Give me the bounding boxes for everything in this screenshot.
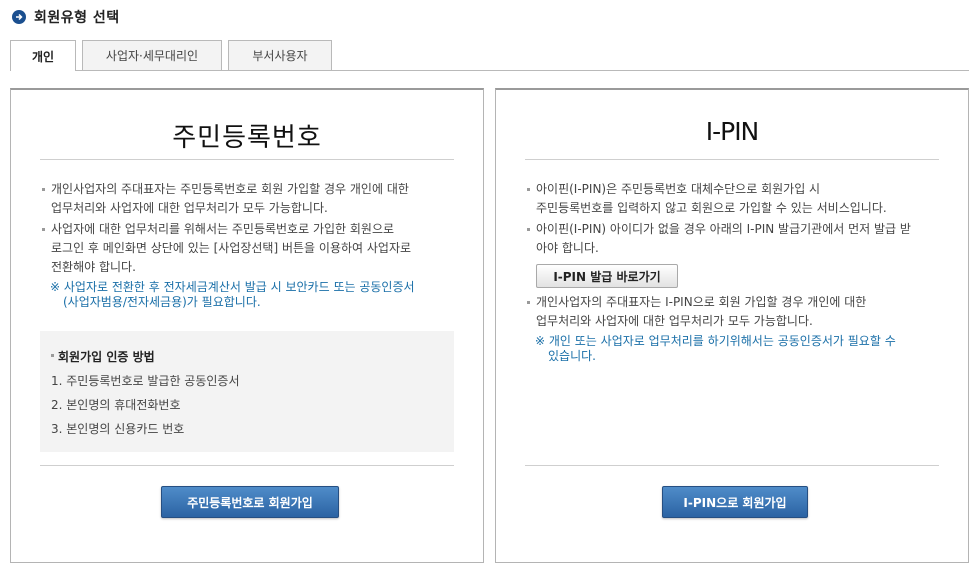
bullet-text-line: 전환해야 합니다. — [51, 260, 136, 274]
info-bullet: 아이핀(I-PIN)은 주민등록번호 대체수단으로 회원가입 시 주민등록번호를… — [525, 180, 944, 218]
resident-number-panel: 주민등록번호 개인사업자의 주대표자는 주민등록번호로 회원 가입할 경우 개인… — [10, 88, 484, 563]
bullet-text-line: 아야 합니다. — [536, 241, 599, 255]
divider — [40, 159, 454, 160]
tab-individual[interactable]: 개인 — [10, 40, 76, 71]
certificate-note: ※ 개인 또는 사업자로 업무처리를 하기위해서는 공동인증서가 필요할 수 있… — [535, 334, 896, 364]
bullet-text-line: 주민등록번호를 입력하지 않고 회원으로 가입할 수 있는 서비스입니다. — [536, 201, 887, 215]
bullet-text-line: 로그인 후 메인화면 상단에 있는 [사업장선택] 버튼을 이용하여 사업자로 — [51, 241, 412, 255]
ipin-issue-button[interactable]: I-PIN 발급 바로가기 — [536, 264, 678, 288]
auth-method-box: 회원가입 인증 방법 1. 주민등록번호로 발급한 공동인증서 2. 본인명의 … — [40, 331, 454, 452]
note-text-line: (사업자범용/전자세금용)가 필요합니다. — [63, 295, 261, 309]
tabs-baseline — [10, 70, 969, 71]
info-bullet: 개인사업자의 주대표자는 I-PIN으로 회원 가입할 경우 개인에 대한 업무… — [525, 293, 944, 331]
tab-department-user[interactable]: 부서사용자 — [228, 40, 332, 70]
info-bullet: 사업자에 대한 업무처리를 위해서는 주민등록번호로 가입한 회원으로 로그인 … — [40, 220, 459, 277]
note-text-line: ※ 사업자로 전환한 후 전자세금계산서 발급 시 보안카드 또는 공동인증서 — [50, 280, 415, 294]
ipin-heading: I-PIN — [705, 117, 760, 146]
bullet-text-line: 업무처리와 사업자에 대한 업무처리가 모두 가능합니다. — [536, 314, 813, 328]
section-title: 회원유형 선택 — [12, 8, 120, 26]
bullet-text-line: 업무처리와 사업자에 대한 업무처리가 모두 가능합니다. — [51, 201, 328, 215]
info-bullet: 개인사업자의 주대표자는 주민등록번호로 회원 가입할 경우 개인에 대한 업무… — [40, 180, 459, 218]
auth-method-item: 2. 본인명의 휴대전화번호 — [51, 398, 181, 412]
ipin-join-button[interactable]: I-PIN으로 회원가입 — [662, 486, 808, 518]
member-type-tabs: 개인 사업자·세무대리인 부서사용자 — [10, 40, 969, 71]
bullet-text-line: 개인사업자의 주대표자는 주민등록번호로 회원 가입할 경우 개인에 대한 — [51, 182, 409, 196]
auth-method-item: 1. 주민등록번호로 발급한 공동인증서 — [51, 374, 240, 388]
bullet-text-line: 아이핀(I-PIN)은 주민등록번호 대체수단으로 회원가입 시 — [536, 182, 821, 196]
certificate-note: ※ 사업자로 전환한 후 전자세금계산서 발급 시 보안카드 또는 공동인증서 … — [50, 280, 415, 310]
resident-number-join-button[interactable]: 주민등록번호로 회원가입 — [161, 486, 339, 518]
divider — [525, 465, 939, 466]
page-title: 회원유형 선택 — [34, 10, 120, 26]
arrow-right-circle-icon — [12, 10, 26, 24]
note-text-line: ※ 개인 또는 사업자로 업무처리를 하기위해서는 공동인증서가 필요할 수 — [535, 334, 896, 348]
auth-method-item: 3. 본인명의 신용카드 번호 — [51, 422, 185, 436]
ipin-panel: I-PIN 아이핀(I-PIN)은 주민등록번호 대체수단으로 회원가입 시 주… — [495, 88, 969, 563]
divider — [40, 465, 454, 466]
tab-business-tax-agent[interactable]: 사업자·세무대리인 — [82, 40, 222, 70]
bullet-text-line: 개인사업자의 주대표자는 I-PIN으로 회원 가입할 경우 개인에 대한 — [536, 295, 867, 309]
bullet-text-line: 사업자에 대한 업무처리를 위해서는 주민등록번호로 가입한 회원으로 — [51, 222, 395, 236]
note-text-line: 있습니다. — [548, 349, 596, 363]
divider — [525, 159, 939, 160]
resident-number-heading: 주민등록번호 — [172, 123, 322, 153]
info-bullet: 아이핀(I-PIN) 아이디가 없을 경우 아래의 I-PIN 발급기관에서 먼… — [525, 220, 944, 258]
auth-method-title: 회원가입 인증 방법 — [51, 348, 155, 365]
bullet-text-line: 아이핀(I-PIN) 아이디가 없을 경우 아래의 I-PIN 발급기관에서 먼… — [536, 222, 911, 236]
